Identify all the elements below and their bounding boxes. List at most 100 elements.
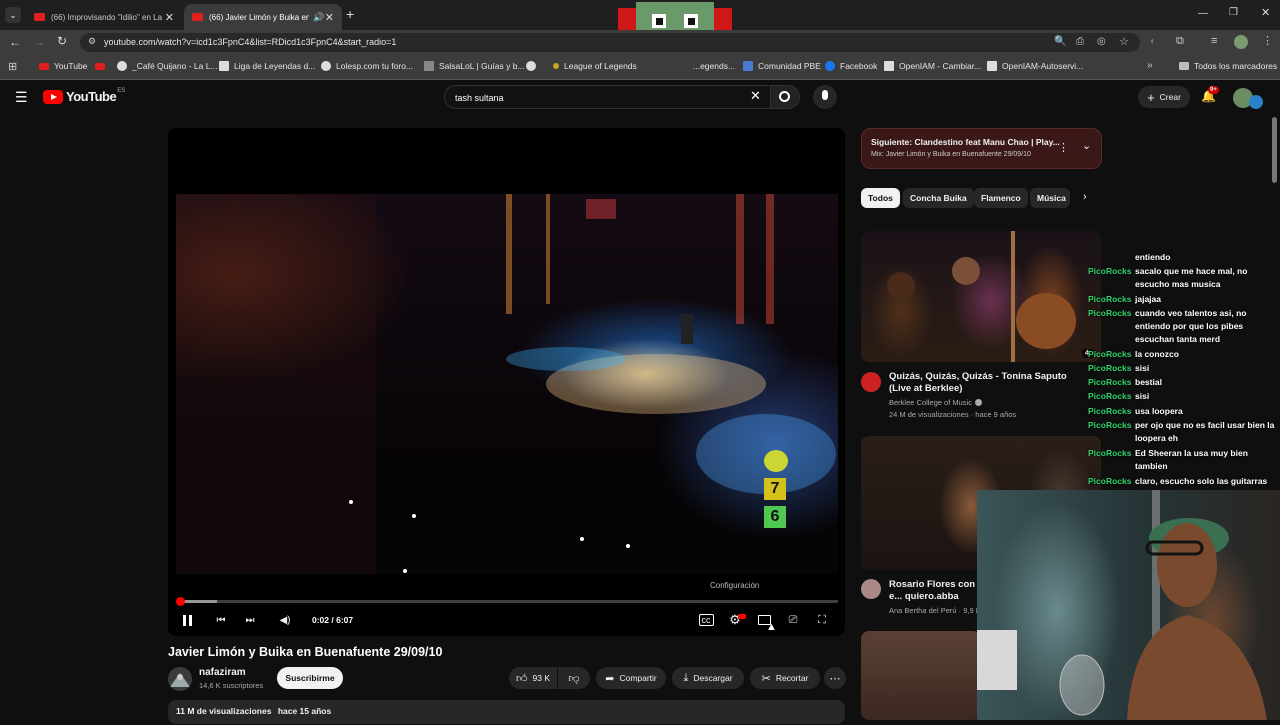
more-horizontal-icon: ⋯ — [829, 672, 841, 685]
chip-flamenco[interactable]: Flamenco — [974, 188, 1028, 208]
browser-menu-icon[interactable]: ⋮ — [1262, 34, 1273, 47]
channel-avatar[interactable] — [168, 667, 192, 691]
all-bookmarks[interactable]: Todos los marcadores — [1179, 61, 1277, 71]
tab-improvisando[interactable]: (66) Improvisando "Idilio" en La ✕ — [26, 4, 182, 30]
page-icon — [424, 61, 434, 71]
chat-message: usa loopera — [1135, 406, 1183, 416]
pause-icon — [182, 614, 192, 626]
youtube-logo[interactable]: YouTube ES — [43, 88, 125, 104]
install-icon[interactable]: ⎙ — [1076, 36, 1084, 47]
chips-next-icon[interactable]: › — [1083, 191, 1087, 203]
cast-icon: ⎚ — [788, 613, 798, 626]
search-button[interactable] — [770, 85, 800, 109]
profile-avatar[interactable] — [1234, 35, 1248, 49]
bookmark-facebook[interactable]: Facebook — [825, 61, 877, 71]
tab-javier-limon[interactable]: (66) Javier Limón y Buika en 🔊 ✕ — [184, 4, 342, 30]
subtitles-button[interactable]: cc — [698, 612, 714, 628]
tab-search-button[interactable]: ⌄ — [5, 7, 21, 23]
speaker-icon[interactable]: 🔊 — [313, 12, 324, 23]
search-input[interactable]: tash sultana — [444, 85, 772, 109]
apps-grid-icon[interactable]: ⊞ — [8, 60, 17, 73]
recommended-title-1[interactable]: Quizás, Quizás, Quizás - Tonina Saputo (… — [889, 371, 1084, 395]
chip-todos[interactable]: Todos — [861, 188, 900, 208]
bookmark-league[interactable]: League of Legends — [526, 61, 637, 71]
download-button[interactable]: ⤓ Descargar — [672, 667, 744, 689]
bookmark-comunidad-pbe[interactable]: Comunidad PBE — [743, 61, 821, 71]
like-button[interactable]: 👍︎ 93 K — [509, 667, 557, 689]
chat-username: PicoRocks — [1088, 377, 1132, 387]
window-close-icon[interactable]: ✕ — [1261, 6, 1270, 19]
extension-icon[interactable]: ◐ — [1150, 36, 1156, 47]
recommended-thumbnail-3[interactable] — [861, 631, 981, 720]
chat-message: sisi — [1135, 391, 1150, 401]
window-minimize-icon[interactable]: — — [1198, 8, 1208, 19]
reading-list-icon[interactable]: ≡ — [1211, 35, 1217, 47]
bookmark-openiam-autoservicio[interactable]: OpenIAM-Autoservi... — [987, 61, 1083, 71]
site-info-icon[interactable]: ⚙ — [88, 36, 96, 47]
globe-icon — [526, 61, 536, 71]
next-button[interactable]: ⏭ — [242, 612, 258, 628]
volume-button[interactable]: ◀) — [277, 612, 293, 628]
bookmark-lolesp[interactable]: Lolesp.com tu foro... — [321, 61, 413, 71]
stage-scene — [176, 194, 836, 574]
bookmark-cafe-quijano[interactable]: _Café Quijano - La L... — [95, 61, 218, 71]
voice-search-button[interactable] — [813, 85, 837, 109]
chat-username: PicoRocks — [1088, 363, 1132, 373]
youtube-wordmark: YouTube — [66, 89, 117, 104]
chip-concha-buika[interactable]: Concha Buika — [903, 188, 974, 208]
recommended-title-2[interactable]: Rosario Flores con e... quiero.abba — [889, 579, 984, 603]
page-scrollbar[interactable] — [1272, 117, 1277, 183]
bookmark-openiam-cambiar[interactable]: OpenIAM - Cambiar... — [884, 61, 981, 71]
berklee-channel-avatar[interactable] — [861, 372, 881, 392]
scrubber-handle[interactable] — [176, 597, 185, 606]
progress-bar[interactable] — [180, 600, 838, 603]
pause-button[interactable] — [179, 612, 195, 628]
settings-tooltip: Configuración — [710, 581, 760, 590]
mouse-cursor-icon: ▲ — [766, 621, 777, 633]
recommended-thumbnail-1[interactable] — [861, 231, 1101, 362]
fullscreen-button[interactable]: ⛶ — [814, 612, 830, 628]
zoom-icon[interactable]: 🔍 — [1054, 36, 1066, 47]
channel-name[interactable]: nafaziram — [199, 667, 246, 678]
close-tab-icon[interactable]: ✕ — [325, 11, 334, 24]
clip-button[interactable]: ✂ Recortar — [750, 667, 820, 689]
bookmark-star-icon[interactable]: ☆ — [1119, 35, 1129, 48]
hamburger-menu-icon[interactable]: ☰ — [15, 89, 28, 106]
address-bar[interactable]: youtube.com/watch?v=icd1c3FpnC4&list=RDi… — [80, 33, 1140, 52]
chevron-down-icon[interactable]: ⌄ — [1082, 139, 1091, 152]
bookmark-liga-leyendas[interactable]: Liga de Leyendas d... — [219, 61, 315, 71]
view-count: 11 M de visualizaciones — [176, 706, 272, 716]
more-vertical-icon[interactable]: ⋮ — [1058, 141, 1069, 154]
create-button[interactable]: + Crear — [1138, 86, 1190, 108]
up-next-panel[interactable]: Siguiente: Clandestino feat Manu Chao | … — [861, 128, 1102, 169]
new-tab-button[interactable]: + — [346, 6, 354, 22]
more-actions-button[interactable]: ⋯ — [824, 667, 846, 689]
description-box[interactable]: 11 M de visualizaciones hace 15 años — [168, 700, 845, 724]
forward-icon[interactable]: → — [33, 35, 45, 49]
upload-age: hace 15 años — [277, 706, 332, 716]
video-frame[interactable] — [176, 194, 838, 574]
reload-icon[interactable]: ↻ — [57, 34, 67, 48]
bookmark-legends-2[interactable]: ...egends... — [693, 61, 735, 71]
dislike-button[interactable]: 👎︎ — [558, 667, 590, 689]
account-badge — [1249, 95, 1263, 109]
recommended-channel-1[interactable]: Berklee College of Music — [889, 398, 982, 407]
previous-button[interactable]: ⏮ — [213, 612, 229, 628]
eye-off-icon[interactable]: ◎ — [1097, 36, 1106, 47]
share-button[interactable]: ➦ Compartir — [596, 667, 666, 689]
back-icon[interactable]: ← — [9, 35, 21, 49]
bookmarks-overflow-icon[interactable]: » — [1147, 60, 1153, 71]
close-tab-icon[interactable]: ✕ — [165, 11, 174, 24]
window-restore-icon[interactable]: ❐ — [1229, 7, 1238, 18]
url-text: youtube.com/watch?v=icd1c3FpnC4&list=RDi… — [104, 37, 397, 47]
cast-button[interactable]: ⎚ — [785, 612, 801, 628]
clear-search-icon[interactable]: ✕ — [750, 88, 761, 104]
youtube-favicon-icon — [192, 13, 203, 21]
bookmark-youtube[interactable]: YouTube — [39, 61, 87, 71]
subscribe-button[interactable]: Suscribirme — [277, 667, 343, 689]
puzzle-icon[interactable]: ⧉ — [1176, 35, 1184, 48]
rosario-channel-avatar[interactable] — [861, 579, 881, 599]
verified-icon — [974, 399, 982, 406]
chip-musica[interactable]: Música — [1030, 188, 1070, 208]
bookmark-salsalol[interactable]: SalsaLoL | Guías y b... — [424, 61, 525, 71]
